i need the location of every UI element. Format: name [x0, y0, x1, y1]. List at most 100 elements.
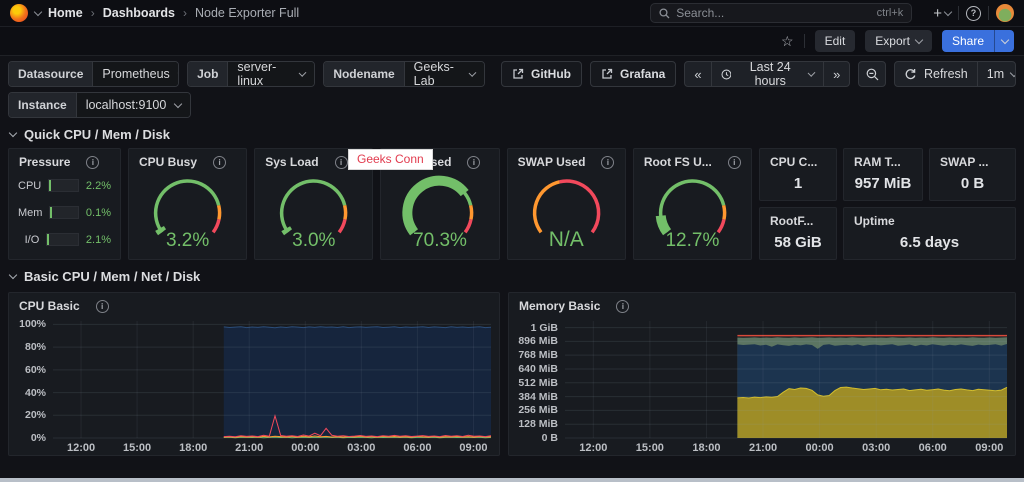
- chevron-down-icon: [1000, 35, 1009, 44]
- panel-header[interactable]: Pressure i: [9, 149, 120, 171]
- stat-value: 0 B: [960, 175, 985, 192]
- search-box[interactable]: ctrl+k: [650, 3, 913, 23]
- search-shortcut-hint: ctrl+k: [876, 7, 904, 19]
- x-axis-label: 00:00: [291, 442, 320, 454]
- info-icon[interactable]: i: [601, 155, 615, 169]
- chevron-down-icon: [174, 99, 183, 108]
- section-quick-cpu-mem-disk[interactable]: Quick CPU / Mem / Disk: [0, 118, 1024, 148]
- stat-value: 58 GiB: [774, 234, 822, 251]
- info-icon[interactable]: i: [86, 155, 100, 169]
- breadcrumb-separator-icon: ›: [90, 6, 95, 20]
- double-chevron-right-icon: »: [833, 66, 841, 82]
- y-axis-label: 40%: [24, 386, 46, 399]
- pressure-bar-gauge: [48, 179, 79, 192]
- chevron-down-icon: [1009, 68, 1015, 77]
- edit-button[interactable]: Edit: [814, 30, 856, 52]
- panel-title: Uptime: [854, 214, 895, 228]
- variable-value-dropdown[interactable]: localhost:9100: [76, 93, 191, 117]
- panel-header[interactable]: Uptime: [844, 208, 1015, 230]
- cpu-basic-chart[interactable]: 0% 20% 40% 60% 80% 100% 12:00 15:00 18:00 21:00 00…: [9, 317, 499, 455]
- y-axis-label: 0%: [30, 432, 46, 444]
- panel-header[interactable]: SWAP ...: [930, 149, 1015, 171]
- variables-toolbar-row-1: Datasource Prometheus Job server-linux N…: [0, 56, 1024, 87]
- x-axis-label: 15:00: [123, 442, 152, 454]
- time-shift-back-button[interactable]: «: [685, 62, 712, 86]
- panel-header[interactable]: Root FS U... i: [634, 149, 751, 171]
- zoom-out-button[interactable]: [858, 61, 886, 87]
- refresh-button[interactable]: Refresh: [895, 62, 978, 86]
- help-button[interactable]: ?: [966, 5, 981, 21]
- panel-header[interactable]: CPU Busy i: [129, 149, 246, 171]
- grafana-link-button[interactable]: Grafana: [590, 61, 677, 87]
- x-axis-label: 06:00: [403, 442, 432, 454]
- x-axis-label: 06:00: [918, 442, 947, 454]
- variable-value: Prometheus: [102, 67, 170, 81]
- chevron-down-icon: [807, 68, 816, 77]
- variable-value-dropdown[interactable]: Geeks-Lab: [404, 62, 484, 86]
- gauge-value: 3.0%: [292, 230, 336, 251]
- chevron-down-icon: [468, 68, 477, 77]
- memory-basic-chart[interactable]: 0 B 128 MiB 256 MiB 384 MiB 512 MiB 640 MiB 76…: [509, 317, 1015, 455]
- variable-value-dropdown[interactable]: Prometheus: [93, 62, 179, 86]
- variable-value-dropdown[interactable]: server-linux: [228, 62, 315, 86]
- panel-header[interactable]: CPU C...: [760, 149, 836, 171]
- panel-header[interactable]: RootF...: [760, 208, 836, 230]
- root-fs-total-stat-panel: RootF... 58 GiB: [759, 207, 838, 260]
- y-axis-label: 0 B: [541, 432, 558, 444]
- panel-header[interactable]: RAM T...: [844, 149, 922, 171]
- info-icon[interactable]: i: [95, 299, 109, 313]
- section-basic-cpu-mem-net-disk[interactable]: Basic CPU / Mem / Net / Disk: [0, 260, 1024, 290]
- panel-title: Sys Load: [265, 155, 319, 169]
- panel-header[interactable]: Memory Basic i: [509, 293, 1015, 315]
- favorite-star-icon[interactable]: ☆: [781, 33, 794, 50]
- github-link-button[interactable]: GitHub: [501, 61, 582, 87]
- panel-header[interactable]: CPU Basic i: [9, 293, 499, 315]
- gauge: N/A: [508, 171, 625, 259]
- breadcrumb-home[interactable]: Home: [48, 6, 83, 20]
- variable-value: localhost:9100: [85, 98, 167, 112]
- memory-basic-panel: Memory Basic i 0 B 128 MiB 256 MiB 384 MiB 5…: [508, 292, 1016, 456]
- time-shift-forward-button[interactable]: »: [824, 62, 849, 86]
- variable-instance: Instance localhost:9100: [8, 92, 192, 118]
- cpu-basic-panel: CPU Basic i 0% 20% 40% 60% 80% 100% 12:00 15:00…: [8, 292, 500, 456]
- horizontal-scrollbar[interactable]: [0, 478, 1024, 482]
- stat-value: 1: [793, 175, 803, 192]
- time-range-picker: « Last 24 hours »: [684, 61, 851, 87]
- pressure-panel: Pressure i CPU 2.2% Mem 0.1% I/O 2.1%: [8, 148, 121, 260]
- search-icon: [659, 7, 670, 18]
- search-input[interactable]: [676, 6, 871, 20]
- panel-title: RAM T...: [854, 155, 901, 169]
- external-link-icon: [602, 68, 613, 79]
- info-icon[interactable]: i: [467, 155, 481, 169]
- info-icon[interactable]: i: [616, 299, 630, 313]
- variables-toolbar-row-2: Instance localhost:9100: [0, 87, 1024, 118]
- export-button[interactable]: Export: [865, 30, 932, 52]
- breadcrumb-dashboards[interactable]: Dashboards: [103, 6, 175, 20]
- panel-header[interactable]: SWAP Used i: [508, 149, 625, 171]
- chevron-down-icon: [298, 68, 307, 77]
- y-axis-label: 128 MiB: [518, 418, 558, 431]
- info-icon[interactable]: i: [334, 155, 348, 169]
- panel-title: Root FS U...: [643, 155, 712, 169]
- pressure-label: CPU: [18, 179, 42, 192]
- panel-title: SWAP ...: [940, 155, 989, 169]
- x-axis-label: 21:00: [235, 442, 264, 454]
- refresh-interval-button[interactable]: 1m: [978, 62, 1015, 86]
- panel-title: Pressure: [19, 155, 71, 169]
- share-button[interactable]: Share: [941, 30, 994, 52]
- x-axis-label: 12:00: [66, 442, 96, 454]
- add-menu-button[interactable]: +: [933, 5, 953, 22]
- user-avatar[interactable]: [996, 4, 1014, 22]
- y-axis-label: 20%: [24, 409, 46, 422]
- grafana-logo-icon[interactable]: [10, 4, 28, 22]
- time-range-button[interactable]: Last 24 hours: [712, 62, 825, 86]
- info-icon[interactable]: i: [727, 155, 741, 169]
- gauge-value: 70.3%: [413, 230, 467, 251]
- share-dropdown-button[interactable]: [994, 30, 1014, 52]
- y-axis-label: 100%: [19, 318, 46, 331]
- info-icon[interactable]: i: [213, 155, 227, 169]
- stat-panels-grid: CPU C... 1 RAM T... 957 MiB SWAP ... 0 B…: [759, 148, 1017, 260]
- pressure-bar-gauge: [49, 206, 79, 219]
- swap-total-stat-panel: SWAP ... 0 B: [929, 148, 1017, 201]
- org-switcher-chevron-icon[interactable]: [33, 7, 43, 16]
